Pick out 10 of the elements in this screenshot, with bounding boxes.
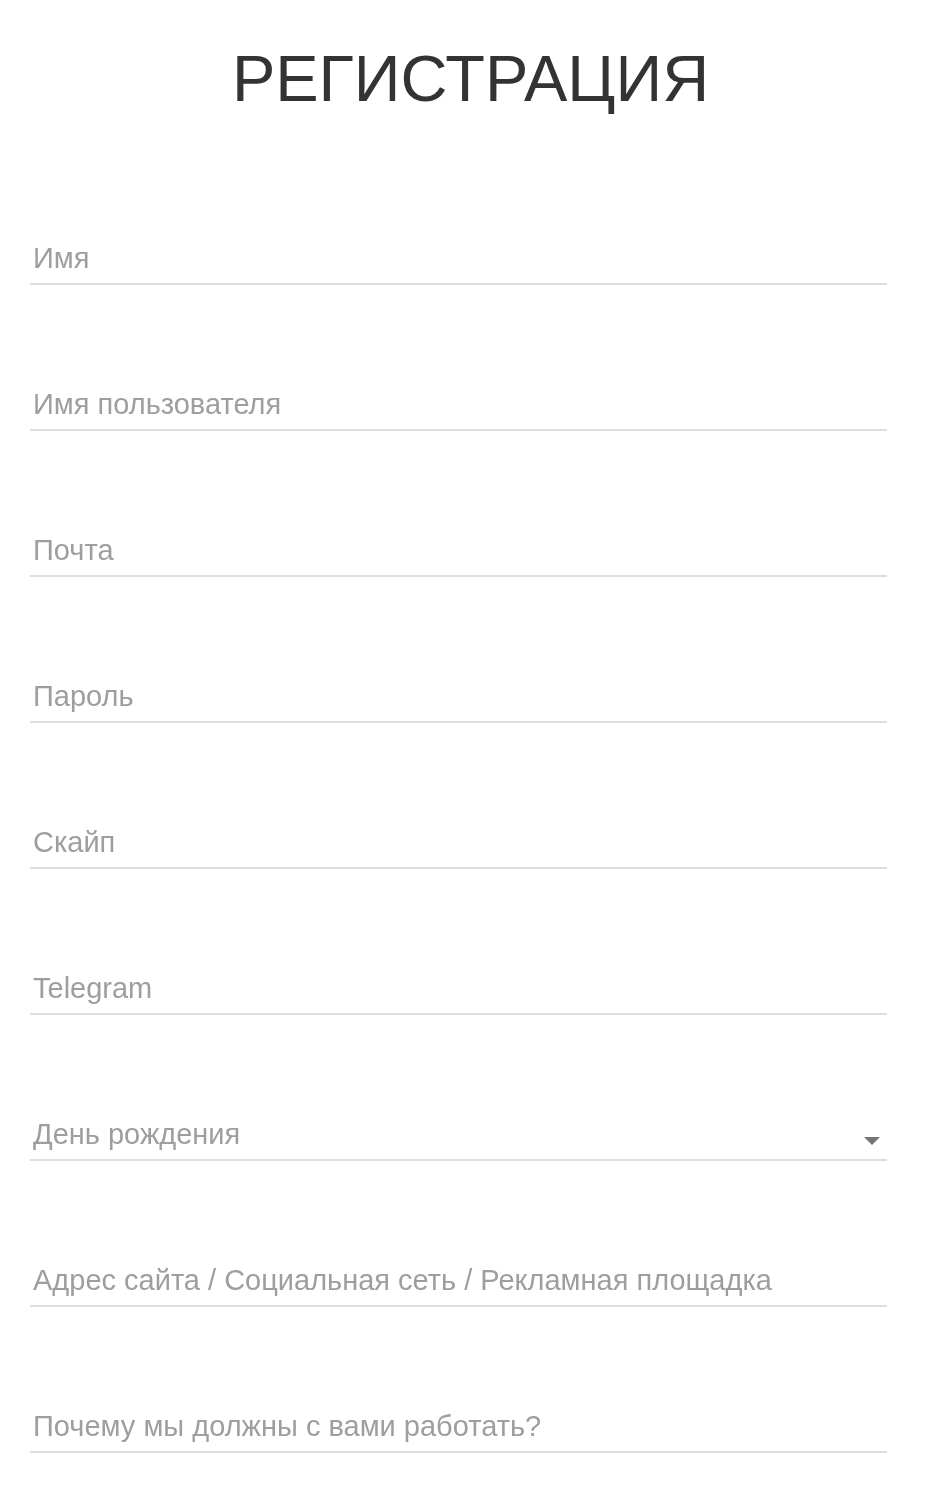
input-field[interactable]: Почему мы должны с вами работать? <box>30 1401 887 1453</box>
input-field[interactable]: Почта <box>30 525 887 577</box>
input-field[interactable]: Скайп <box>30 817 887 869</box>
input-field[interactable]: Имя пользователя <box>30 379 887 431</box>
dropdown-field[interactable]: День рождения <box>30 1109 887 1161</box>
caret-icon <box>864 1137 880 1145</box>
input-field[interactable]: Пароль <box>30 671 887 723</box>
input-field[interactable]: Имя <box>30 233 887 285</box>
input-field[interactable]: Адрес сайта / Социальная сеть / Рекламная площадка <box>30 1255 887 1307</box>
input-field[interactable]: Telegram <box>30 963 887 1015</box>
